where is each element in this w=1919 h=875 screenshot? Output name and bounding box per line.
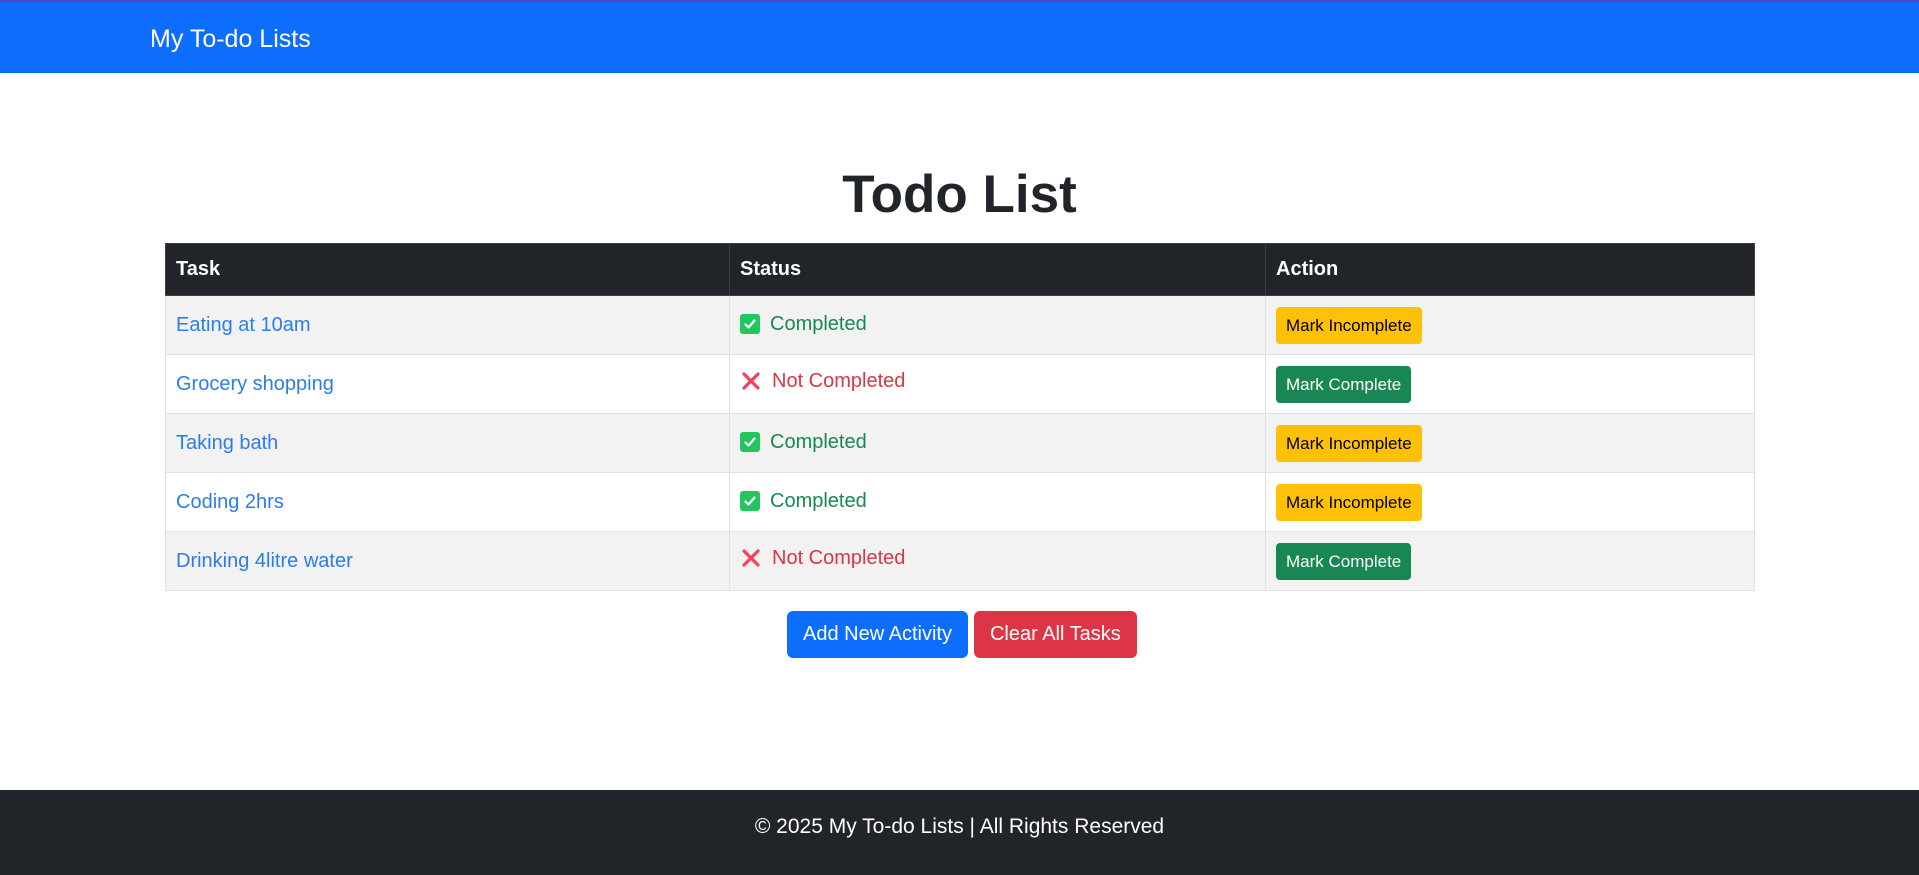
mark-incomplete-button[interactable]: Mark Incomplete — [1276, 424, 1422, 462]
status-completed: Completed — [740, 490, 867, 513]
header-status: Status — [729, 243, 1266, 296]
task-cell: Coding 2hrs — [165, 472, 730, 532]
table-row: Grocery shopping Not Completed Mark Comp… — [165, 354, 1755, 414]
table-row: Taking bath Completed Mark Incomplete — [165, 413, 1755, 473]
action-buttons: Add New Activity Clear All Tasks — [787, 611, 1137, 658]
status-label: Not Completed — [772, 546, 906, 569]
status-label: Completed — [770, 489, 867, 512]
add-new-activity-button[interactable]: Add New Activity — [787, 611, 968, 658]
task-link[interactable]: Coding 2hrs — [176, 491, 284, 513]
header-task: Task — [165, 243, 730, 296]
status-not-completed: Not Completed — [740, 370, 905, 393]
task-link[interactable]: Eating at 10am — [176, 314, 311, 336]
action-cell: Mark Complete — [1265, 354, 1755, 414]
action-cell: Mark Incomplete — [1265, 472, 1755, 532]
cross-icon — [740, 547, 762, 569]
task-link[interactable]: Taking bath — [176, 432, 278, 454]
mark-complete-button[interactable]: Mark Complete — [1276, 542, 1412, 580]
check-box-icon — [740, 314, 760, 335]
cross-icon — [740, 370, 762, 392]
task-link[interactable]: Grocery shopping — [176, 373, 334, 395]
navbar-brand[interactable]: My To-do Lists — [150, 24, 311, 54]
status-label: Not Completed — [772, 369, 906, 392]
status-completed: Completed — [740, 313, 867, 336]
table-header-row: Task Status Action — [165, 243, 1755, 296]
clear-all-tasks-button[interactable]: Clear All Tasks — [973, 611, 1137, 658]
task-cell: Grocery shopping — [165, 354, 730, 414]
status-cell: Completed — [729, 472, 1266, 532]
page-title: Todo List — [842, 165, 1077, 224]
mark-complete-button[interactable]: Mark Complete — [1276, 365, 1412, 403]
todo-table: Task Status Action Eating at 10am Comple… — [165, 243, 1755, 591]
navbar: My To-do Lists — [0, 0, 1919, 73]
status-not-completed: Not Completed — [740, 547, 905, 570]
table-row: Drinking 4litre water Not Completed Mark… — [165, 531, 1755, 591]
check-box-icon — [740, 491, 760, 512]
status-cell: Completed — [729, 295, 1266, 355]
task-cell: Taking bath — [165, 413, 730, 473]
mark-incomplete-button[interactable]: Mark Incomplete — [1276, 483, 1422, 521]
task-link[interactable]: Drinking 4litre water — [176, 550, 353, 572]
status-label: Completed — [770, 312, 867, 335]
status-cell: Completed — [729, 413, 1266, 473]
status-cell: Not Completed — [729, 531, 1266, 591]
table-row: Eating at 10am Completed Mark Incomplete — [165, 295, 1755, 355]
action-cell: Mark Incomplete — [1265, 413, 1755, 473]
action-cell: Mark Complete — [1265, 531, 1755, 591]
table-body: Eating at 10am Completed Mark Incomplete… — [165, 295, 1755, 591]
status-completed: Completed — [740, 431, 867, 454]
action-cell: Mark Incomplete — [1265, 295, 1755, 355]
check-box-icon — [740, 432, 760, 453]
footer-text: © 2025 My To-do Lists | All Rights Reser… — [754, 815, 1165, 838]
status-cell: Not Completed — [729, 354, 1266, 414]
task-cell: Eating at 10am — [165, 295, 730, 355]
task-cell: Drinking 4litre water — [165, 531, 730, 591]
status-label: Completed — [770, 430, 867, 453]
mark-incomplete-button[interactable]: Mark Incomplete — [1276, 306, 1422, 344]
table-row: Coding 2hrs Completed Mark Incomplete — [165, 472, 1755, 532]
header-action: Action — [1265, 243, 1755, 296]
footer: © 2025 My To-do Lists | All Rights Reser… — [0, 790, 1919, 875]
table-header: Task Status Action — [165, 243, 1755, 296]
